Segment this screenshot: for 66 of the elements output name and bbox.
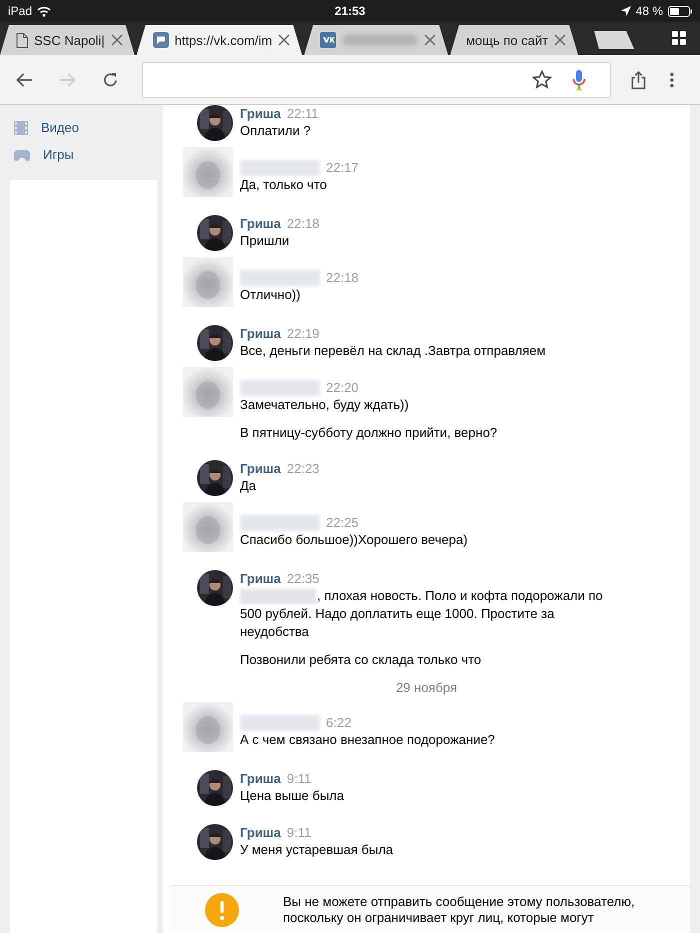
- message-time: 22:25: [326, 515, 359, 530]
- close-icon[interactable]: [110, 34, 123, 46]
- date-separator: 29 ноября: [394, 679, 458, 697]
- message-text: Цена выше была: [240, 787, 345, 805]
- new-tab-button[interactable]: [594, 31, 634, 49]
- device-name: iPad: [8, 4, 32, 18]
- message-text: Все, деньги перевёл на склад .Завтра отправляем: [240, 342, 547, 360]
- back-icon[interactable]: [16, 72, 33, 88]
- warning-icon: [205, 893, 239, 927]
- message-text: У меня устаревшая была: [240, 841, 394, 859]
- message-text: В пятницу-субботу должно прийти, верно?: [240, 424, 498, 442]
- location-arrow-icon: [620, 6, 631, 16]
- clock-time: 21:53: [334, 4, 366, 18]
- browser-tab[interactable]: SSC Napoli|: [0, 25, 135, 55]
- battery-icon: [668, 6, 692, 16]
- sidebar-item[interactable]: Игры: [10, 141, 157, 168]
- chat-icon: [152, 32, 169, 48]
- reload-icon[interactable]: [102, 70, 118, 88]
- message-text: Замечательно, буду ждать)): [240, 396, 410, 414]
- message-text: Да, только что: [240, 176, 328, 194]
- message-time: 9:11: [286, 825, 312, 840]
- sender-name[interactable]: Гриша: [240, 571, 281, 586]
- sender-name[interactable]: Гриша: [240, 825, 281, 840]
- message-text: Спасибо большое))Хорошего вечера): [240, 531, 469, 549]
- star-icon[interactable]: [532, 70, 552, 89]
- browser-tab[interactable]: мощь по сайт: [450, 25, 578, 55]
- tab-switcher-icon[interactable]: [672, 31, 686, 45]
- message-text: Позвонили ребята со склада только что: [240, 651, 482, 669]
- message-time: 22:35: [286, 571, 320, 586]
- more-icon[interactable]: [670, 72, 674, 88]
- message-time: 22:11: [286, 106, 318, 121]
- close-icon[interactable]: [424, 34, 436, 46]
- message-text: Оплатили ?: [240, 122, 312, 140]
- message-time: 22:18: [326, 270, 359, 285]
- sender-name[interactable]: Гриша: [240, 326, 281, 341]
- browser-tab[interactable]: https://vk.com/im: [136, 25, 302, 55]
- message-time: 22:20: [326, 380, 359, 395]
- share-icon[interactable]: [631, 70, 646, 90]
- message-text: 500 рублей. Надо доплатить еще 1000. Простите за неудобства: [240, 605, 556, 641]
- microphone-icon[interactable]: [572, 68, 586, 90]
- sidebar-item[interactable]: Видео: [10, 114, 157, 141]
- sender-name[interactable]: Гриша: [240, 216, 281, 231]
- notice-text: Вы не можете отправить сообщение этому пользователю, поскольку он ограничивает круг лиц, которые могут: [283, 893, 636, 926]
- message-time: 22:18: [286, 216, 320, 231]
- message-time: 9:11: [286, 771, 312, 786]
- message-time: 6:22: [326, 715, 352, 730]
- message-text: А с чем связано внезапное подорожание?: [240, 731, 496, 749]
- close-icon[interactable]: [554, 34, 566, 46]
- message-time: 22:17: [326, 160, 359, 175]
- address-field[interactable]: [142, 62, 612, 98]
- sender-name[interactable]: Гриша: [240, 106, 281, 121]
- wifi-icon: [37, 6, 52, 16]
- close-icon[interactable]: [278, 34, 290, 46]
- message-text: Да: [240, 477, 258, 495]
- gamepad-icon: [14, 148, 30, 160]
- message-text: , плохая новость. Поло и кофта подорожали по: [317, 587, 603, 605]
- message-time: 22:23: [286, 461, 320, 476]
- sender-name[interactable]: Гриша: [240, 461, 281, 476]
- message-time: 22:19: [286, 326, 320, 341]
- page-icon: [16, 32, 28, 48]
- message-text: Отлично)): [240, 286, 302, 304]
- film-icon: [14, 120, 28, 134]
- battery-percent: 48 %: [636, 4, 663, 18]
- message-text: Пришли: [240, 232, 290, 250]
- sender-name[interactable]: Гриша: [240, 771, 281, 786]
- site-logo-icon: [320, 32, 336, 48]
